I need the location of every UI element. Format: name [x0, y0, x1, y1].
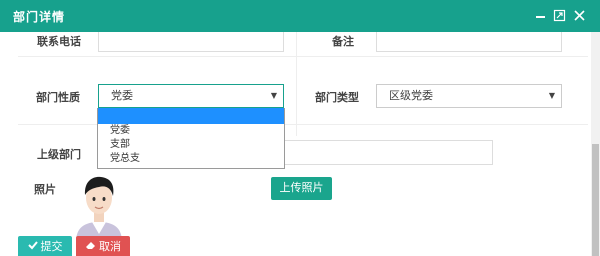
minimize-icon[interactable] [534, 9, 547, 22]
dropdown-option[interactable] [98, 108, 284, 124]
dropdown-option[interactable]: 党委 [98, 124, 284, 138]
dialog-titlebar: 部门详情 [0, 0, 600, 32]
photo-label: 照片 [34, 183, 56, 196]
type-select[interactable]: 区级党委 ▼ [376, 84, 562, 108]
nature-selected-value: 党委 [111, 89, 133, 102]
phone-input[interactable] [98, 32, 284, 52]
cancel-button[interactable]: 取消 [76, 236, 130, 256]
remark-label: 备注 [332, 35, 354, 48]
column-divider [296, 32, 297, 136]
type-selected-value: 区级党委 [389, 89, 433, 102]
cancel-label: 取消 [99, 240, 121, 253]
avatar [74, 170, 124, 242]
submit-label: 提交 [40, 240, 63, 253]
nature-dropdown-list: 党委 支部 党总支 [97, 108, 285, 169]
chevron-down-icon: ▼ [548, 91, 555, 100]
row-divider [18, 56, 588, 57]
scrollbar[interactable] [591, 32, 600, 256]
check-icon [27, 236, 38, 256]
eraser-icon [85, 236, 96, 256]
chevron-down-icon: ▼ [270, 91, 277, 100]
parent-label: 上级部门 [37, 148, 81, 161]
nature-select[interactable]: 党委 ▼ [98, 84, 284, 108]
submit-button[interactable]: 提交 [18, 236, 72, 256]
phone-label: 联系电话 [37, 35, 81, 48]
upload-photo-button[interactable]: 上传照片 [271, 177, 332, 200]
type-label: 部门类型 [315, 91, 359, 104]
scrollbar-thumb[interactable] [592, 144, 599, 256]
maximize-icon[interactable] [553, 9, 566, 22]
dropdown-option[interactable]: 党总支 [98, 152, 284, 166]
dialog-title: 部门详情 [13, 10, 66, 24]
close-icon[interactable] [573, 9, 586, 22]
parent-input[interactable] [283, 140, 493, 165]
nature-label: 部门性质 [36, 91, 80, 104]
remark-input[interactable] [376, 32, 562, 52]
dialog-content: 联系电话 备注 部门性质 党委 ▼ 部门类型 区级党委 ▼ 上级部门 照片 党委… [0, 32, 591, 256]
dropdown-option[interactable]: 支部 [98, 138, 284, 152]
